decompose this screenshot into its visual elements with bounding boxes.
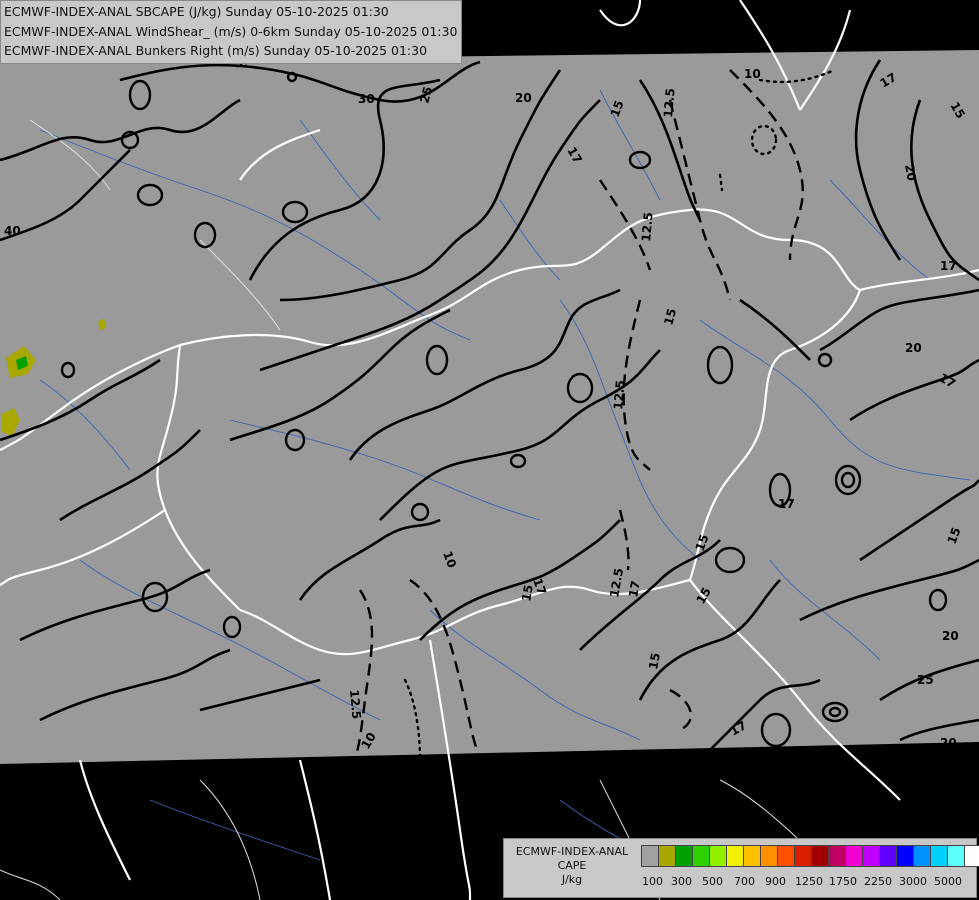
legend-swatch — [811, 845, 829, 867]
legend-swatch — [879, 845, 897, 867]
legend-title: ECMWF-INDEX-ANAL CAPE J/kg — [508, 845, 636, 887]
legend-tick-label: 100 — [642, 875, 663, 888]
contour-label: 17 — [626, 580, 643, 599]
contour-label: 15 — [519, 584, 536, 603]
legend-swatch — [726, 845, 744, 867]
contour-label: 40 — [4, 224, 21, 238]
legend-swatch — [692, 845, 710, 867]
legend-swatch — [896, 845, 914, 867]
legend-swatch — [964, 845, 979, 867]
legend-swatch — [913, 845, 931, 867]
contour-label: 15 — [646, 652, 663, 671]
data-domain — [0, 50, 979, 764]
weather-map: 353025201512.51017154012.51512.520171717… — [0, 0, 979, 900]
contour-label: 17 — [778, 497, 795, 511]
legend-tick-label: 700 — [734, 875, 755, 888]
legend-swatches — [641, 845, 979, 867]
legend-swatch — [709, 845, 727, 867]
legend-tick-label: 3000 — [899, 875, 927, 888]
legend-tick-label: 1750 — [829, 875, 857, 888]
contour-label: 17 — [940, 259, 957, 273]
legend-tick-label: 1250 — [795, 875, 823, 888]
legend-title-line-1: ECMWF-INDEX-ANAL — [515, 845, 629, 858]
cape-legend: ECMWF-INDEX-ANAL CAPE J/kg 100 300 500 700 9… — [503, 838, 979, 898]
legend-swatch — [760, 845, 778, 867]
contour-label: 20 — [940, 736, 957, 750]
legend-swatch — [862, 845, 880, 867]
legend-ticks: 100 300 500 700 900 1250 1750 2250 3000 5000 — [638, 875, 968, 889]
legend-tick-label: 2250 — [864, 875, 892, 888]
legend-tick-label: 500 — [702, 875, 723, 888]
contour-label: 12.5 — [639, 212, 656, 243]
legend-title-line-3: J/kg — [561, 873, 583, 886]
contour-label: 12.5 — [611, 380, 628, 411]
contour-label: 12.5 — [661, 88, 678, 119]
legend-swatch — [675, 845, 693, 867]
contour-label: 25 — [917, 673, 934, 687]
contour-label: 20 — [905, 341, 922, 355]
legend-tick-label: 900 — [765, 875, 786, 888]
legend-swatch — [930, 845, 948, 867]
legend-swatch — [845, 845, 863, 867]
map-title-box: ECMWF-INDEX-ANAL SBCAPE (J/kg) Sunday 05… — [0, 0, 463, 64]
legend-swatch — [777, 845, 795, 867]
contour-label: 20 — [902, 163, 919, 182]
legend-swatch — [641, 845, 659, 867]
contour-label: 30 — [358, 92, 375, 106]
title-sbcape: ECMWF-INDEX-ANAL SBCAPE (J/kg) Sunday 05… — [4, 4, 389, 19]
contour-label: 12.5 — [347, 689, 364, 720]
legend-tick-label: 300 — [671, 875, 692, 888]
legend-swatch — [794, 845, 812, 867]
legend-title-line-2: CAPE — [557, 859, 587, 872]
title-bunkers: ECMWF-INDEX-ANAL Bunkers Right (m/s) Sun… — [4, 43, 428, 58]
title-windshear: ECMWF-INDEX-ANAL WindShear_ (m/s) 0-6km … — [4, 23, 458, 39]
contour-label: 20 — [942, 629, 959, 643]
legend-tick-label: 5000 — [934, 875, 962, 888]
legend-swatch — [743, 845, 761, 867]
contour-label: 10 — [744, 67, 761, 81]
legend-swatch — [947, 845, 965, 867]
legend-swatch — [658, 845, 676, 867]
legend-swatch — [828, 845, 846, 867]
contour-label: 20 — [515, 91, 532, 105]
